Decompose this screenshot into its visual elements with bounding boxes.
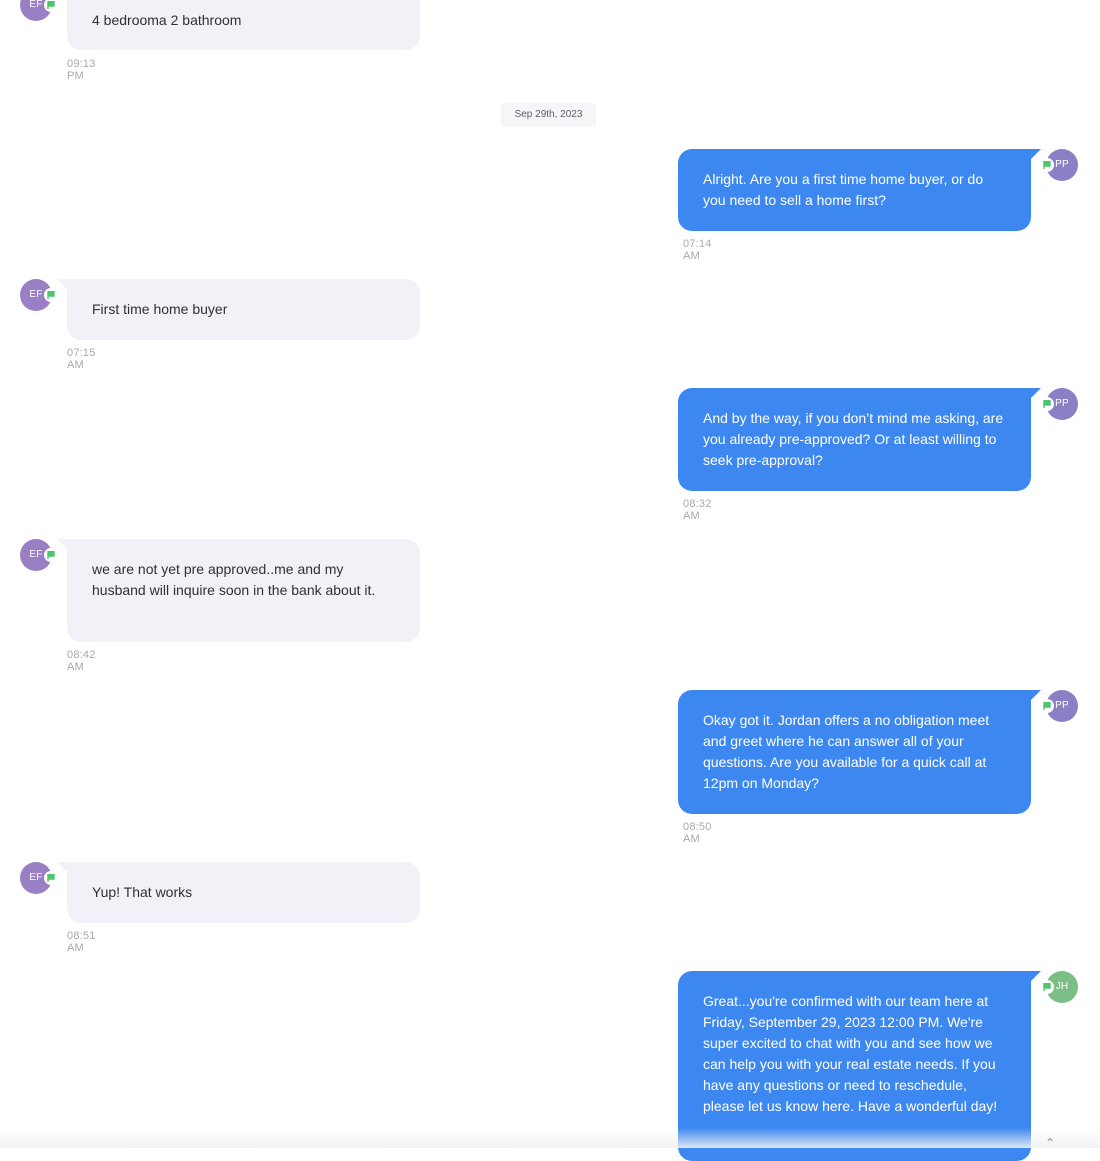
flag-icon (44, 871, 58, 885)
message-timestamp: 08:51 AM (67, 930, 96, 954)
chevron-up-icon[interactable]: ⌃ (1045, 1137, 1055, 1149)
message-text: And by the way, if you don’t mind me ask… (703, 410, 1004, 468)
flag-icon (1040, 699, 1054, 713)
flag-icon (1040, 980, 1054, 994)
message-thread: EF 4 bedrooma 2 bathroom 09:13 PM Sep 29… (0, 0, 1100, 1161)
bubble-tail (1031, 149, 1041, 159)
flag-icon (44, 288, 58, 302)
message-bubble[interactable]: First time home buyer (67, 279, 420, 340)
avatar-initials: PP (1055, 398, 1069, 409)
message-timestamp: 08:42 AM (67, 649, 96, 673)
message-text: Yup! That works (92, 884, 193, 900)
flag-icon (44, 0, 58, 12)
bubble-tail (57, 539, 67, 549)
message-bubble[interactable]: Yup! That works (67, 862, 420, 923)
message-text: Okay got it. Jordan offers a no obligati… (703, 712, 990, 791)
message-bubble[interactable]: And by the way, if you don’t mind me ask… (678, 388, 1031, 491)
avatar-initials: EF (29, 872, 43, 883)
avatar-initials: EF (29, 0, 43, 10)
message-timestamp: 07:14 AM (683, 238, 712, 262)
date-separator: Sep 29th, 2023 (501, 103, 596, 127)
message-timestamp: 08:32 AM (683, 498, 712, 522)
bubble-tail (57, 279, 67, 289)
bubble-tail (1031, 388, 1041, 398)
bubble-tail (57, 862, 67, 872)
message-text: Great...you're confirmed with our team h… (703, 993, 998, 1114)
avatar-initials: JH (1055, 981, 1069, 992)
message-text: 4 bedrooma 2 bathroom (92, 12, 242, 28)
message-timestamp: 09:13 PM (67, 58, 96, 82)
bubble-tail (1031, 690, 1041, 700)
bubble-tail (1031, 971, 1041, 981)
flag-icon (1040, 397, 1054, 411)
message-timestamp: 07:15 AM (67, 347, 96, 371)
message-bubble[interactable]: 4 bedrooma 2 bathroom (67, 0, 420, 50)
avatar-initials: EF (29, 289, 43, 300)
message-bubble[interactable]: we are not yet pre approved..me and my h… (67, 539, 420, 642)
avatar-initials: PP (1055, 159, 1069, 170)
message-text: we are not yet pre approved..me and my h… (92, 561, 376, 598)
message-text: Alright. Are you a first time home buyer… (703, 171, 984, 208)
avatar-initials: PP (1055, 700, 1069, 711)
message-bubble[interactable]: Alright. Are you a first time home buyer… (678, 149, 1031, 231)
flag-icon (44, 548, 58, 562)
message-bubble[interactable]: Okay got it. Jordan offers a no obligati… (678, 690, 1031, 814)
avatar-initials: EF (29, 549, 43, 560)
message-timestamp: 08:50 AM (683, 821, 712, 845)
message-text: First time home buyer (92, 301, 228, 317)
flag-icon (1040, 158, 1054, 172)
scroll-fade (0, 1128, 1100, 1148)
